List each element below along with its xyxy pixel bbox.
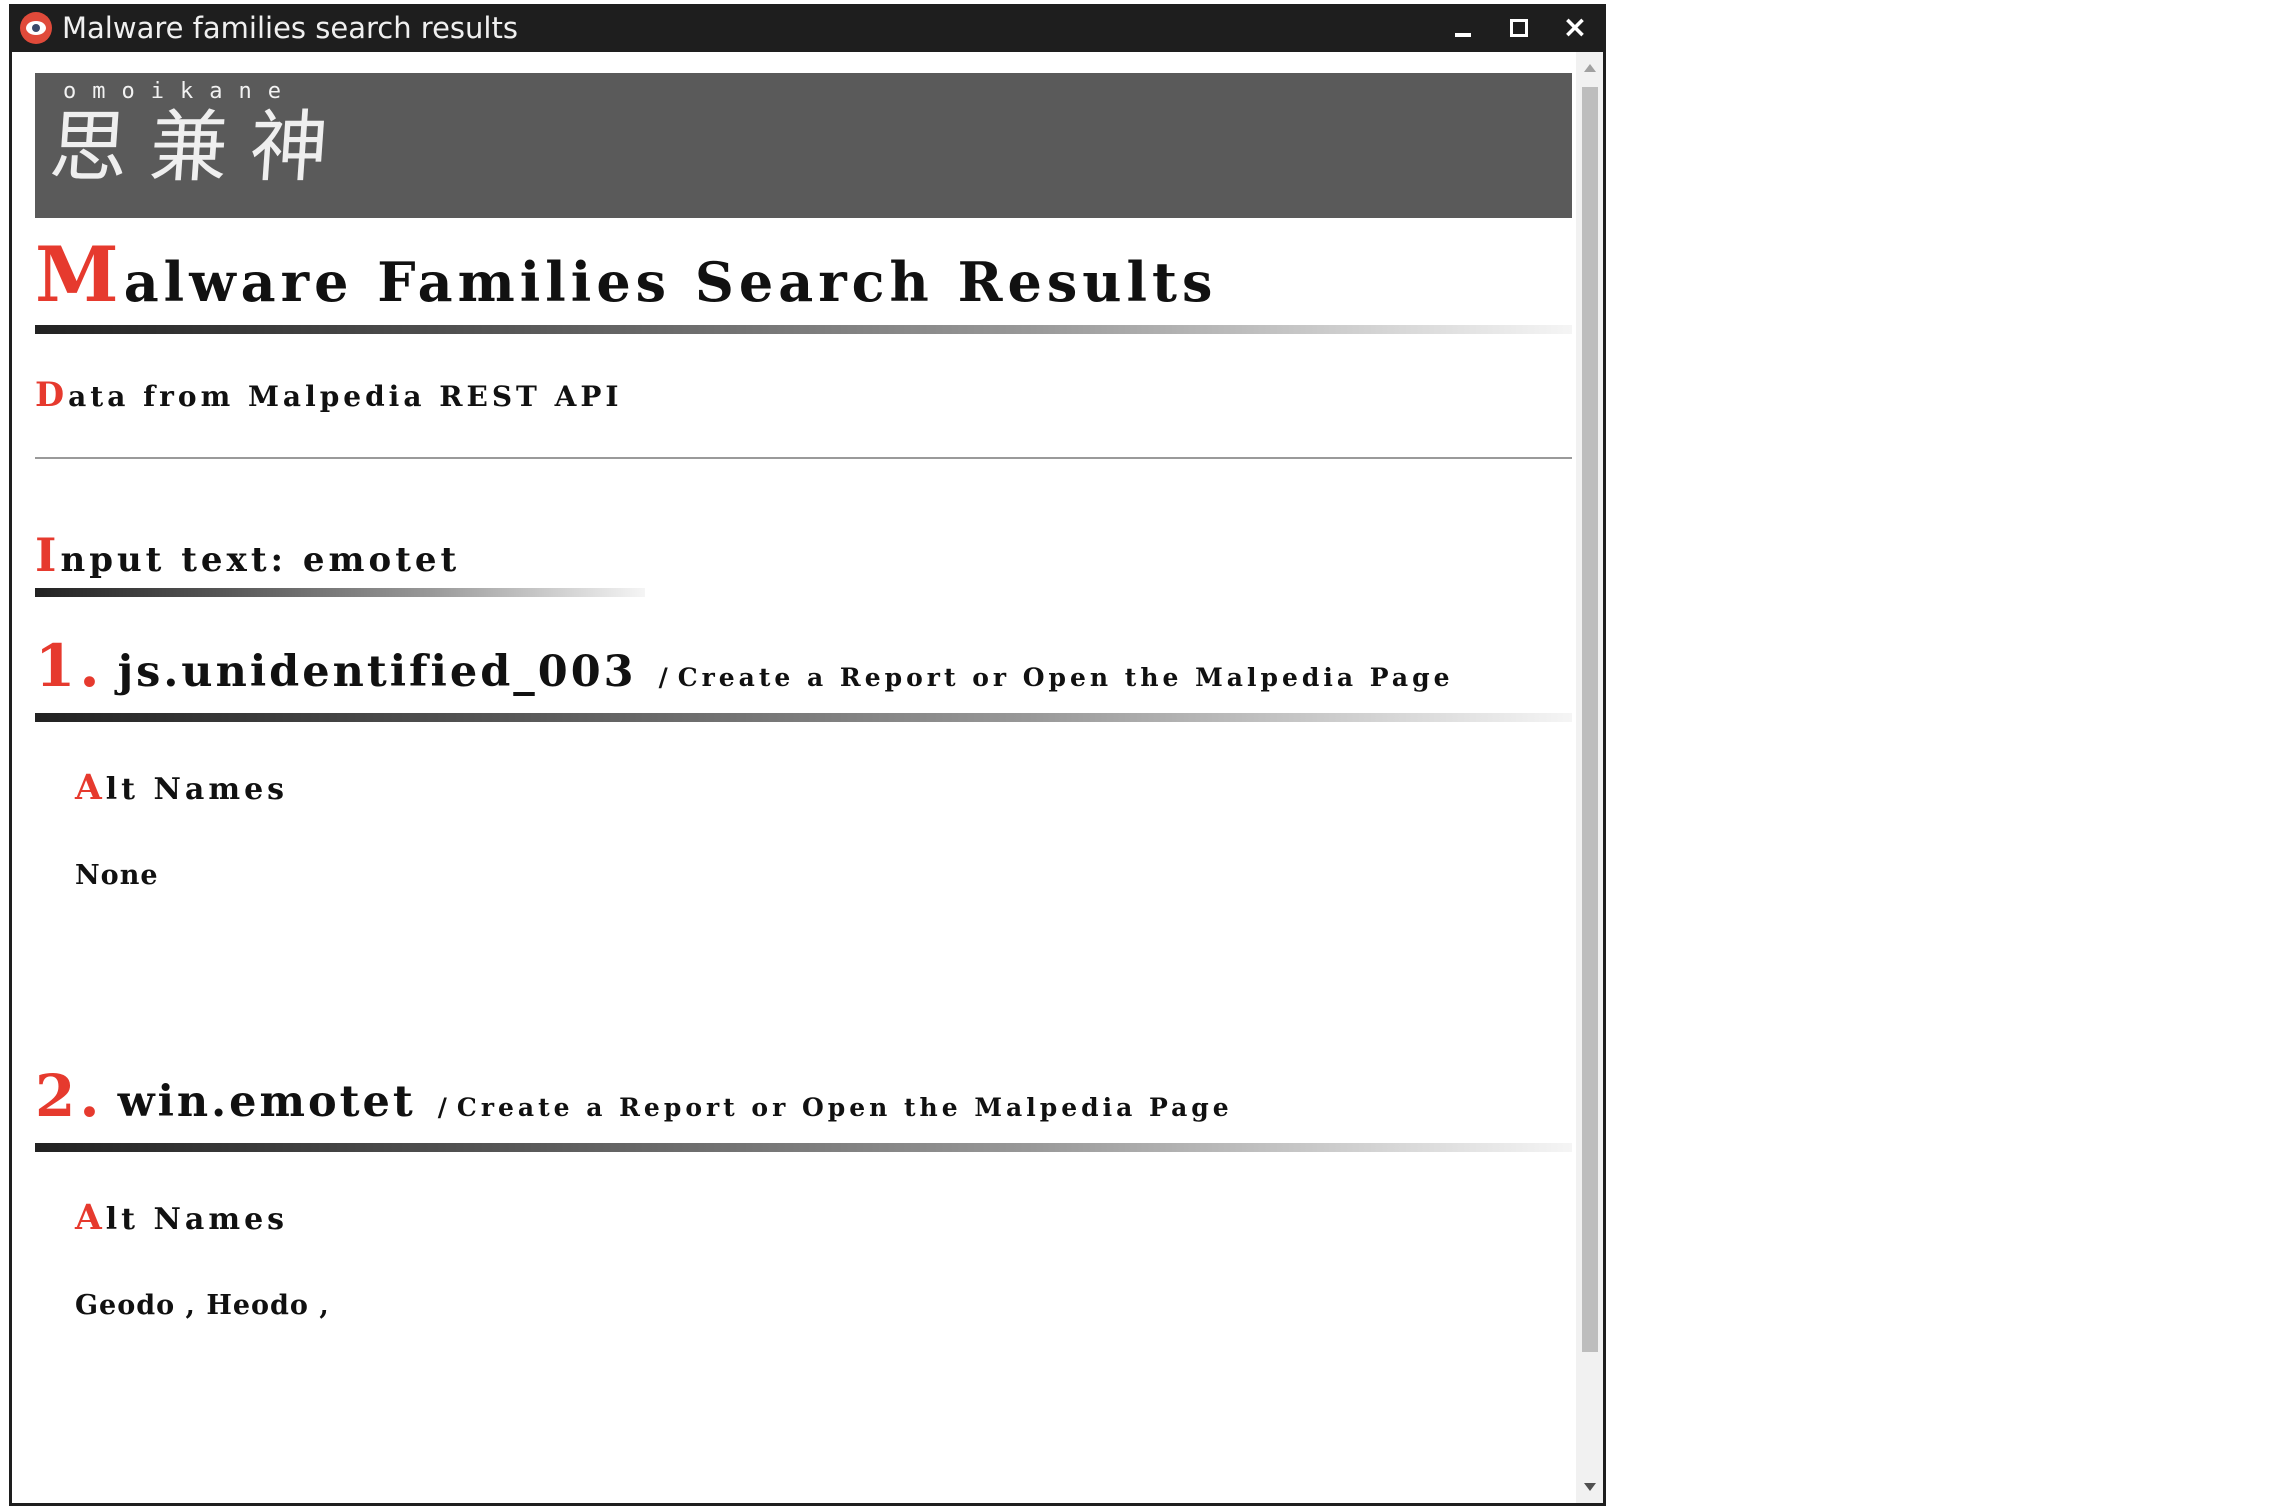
maximize-button[interactable] (1491, 4, 1547, 52)
alt-names-rest: lt Names (105, 1202, 289, 1237)
page-content: omoikane 思兼神 Malware Families Search Res… (12, 52, 1579, 1503)
omoikane-banner: omoikane 思兼神 (35, 73, 1572, 218)
input-rest: nput text: emotet (60, 540, 461, 580)
page-title-rest: alware Families Search Results (123, 250, 1218, 314)
alt-names-heading-1: Alt Names (75, 768, 288, 808)
result-heading-1: 1. js.unidentified_003 / Create a Report… (35, 632, 1453, 700)
result-underline-1 (35, 713, 1572, 722)
result-number: 1. (35, 632, 104, 700)
input-initial: I (35, 528, 61, 582)
page-subtitle: Data from Malpedia REST API (35, 374, 623, 414)
create-report-link[interactable]: Create a Report or Open the Malpedia Pag… (678, 663, 1454, 692)
result-heading-2: 2. win.emotet / Create a Report or Open … (35, 1062, 1233, 1130)
banner-logo-kanji: 思兼神 (46, 103, 354, 193)
minimize-button[interactable] (1435, 4, 1491, 52)
input-text-heading: Input text: emotet (35, 528, 460, 582)
result-underline-2 (35, 1143, 1572, 1152)
result-family-name: win.emotet (117, 1077, 416, 1127)
alt-names-values-2: Geodo , Heodo , (75, 1290, 330, 1321)
alt-names-heading-2: Alt Names (75, 1198, 288, 1238)
alt-names-initial: A (75, 1198, 106, 1238)
window-title: Malware families search results (62, 11, 518, 45)
scroll-up-arrow-icon[interactable] (1584, 64, 1596, 72)
scroll-down-arrow-icon[interactable] (1584, 1483, 1596, 1491)
create-report-link[interactable]: Create a Report or Open the Malpedia Pag… (457, 1093, 1233, 1122)
vertical-scrollbar[interactable] (1576, 52, 1603, 1503)
result-separator: / (437, 1093, 447, 1122)
section-divider (35, 457, 1572, 459)
subtitle-initial: D (35, 374, 69, 414)
page-title-initial: M (35, 230, 124, 319)
result-number: 2. (35, 1062, 104, 1130)
result-family-name: js.unidentified_003 (117, 647, 637, 697)
banner-romaji: omoikane (63, 79, 297, 104)
minimize-icon (1455, 33, 1471, 37)
browser-window: Malware families search results × omoika… (9, 4, 1606, 1506)
subtitle-rest: ata from Malpedia REST API (68, 380, 623, 413)
title-underline (35, 325, 1572, 334)
result-separator: / (658, 663, 668, 692)
alt-names-values-1: None (75, 860, 159, 891)
close-button[interactable]: × (1547, 4, 1603, 52)
close-icon: × (1562, 10, 1588, 45)
title-bar[interactable]: Malware families search results × (12, 4, 1603, 52)
page-title: Malware Families Search Results (35, 237, 1217, 313)
scrollbar-thumb[interactable] (1582, 87, 1598, 1352)
app-eye-icon (20, 12, 52, 44)
alt-names-initial: A (75, 768, 106, 808)
input-underline (35, 588, 645, 597)
alt-names-rest: lt Names (105, 772, 289, 807)
maximize-icon (1510, 19, 1528, 37)
